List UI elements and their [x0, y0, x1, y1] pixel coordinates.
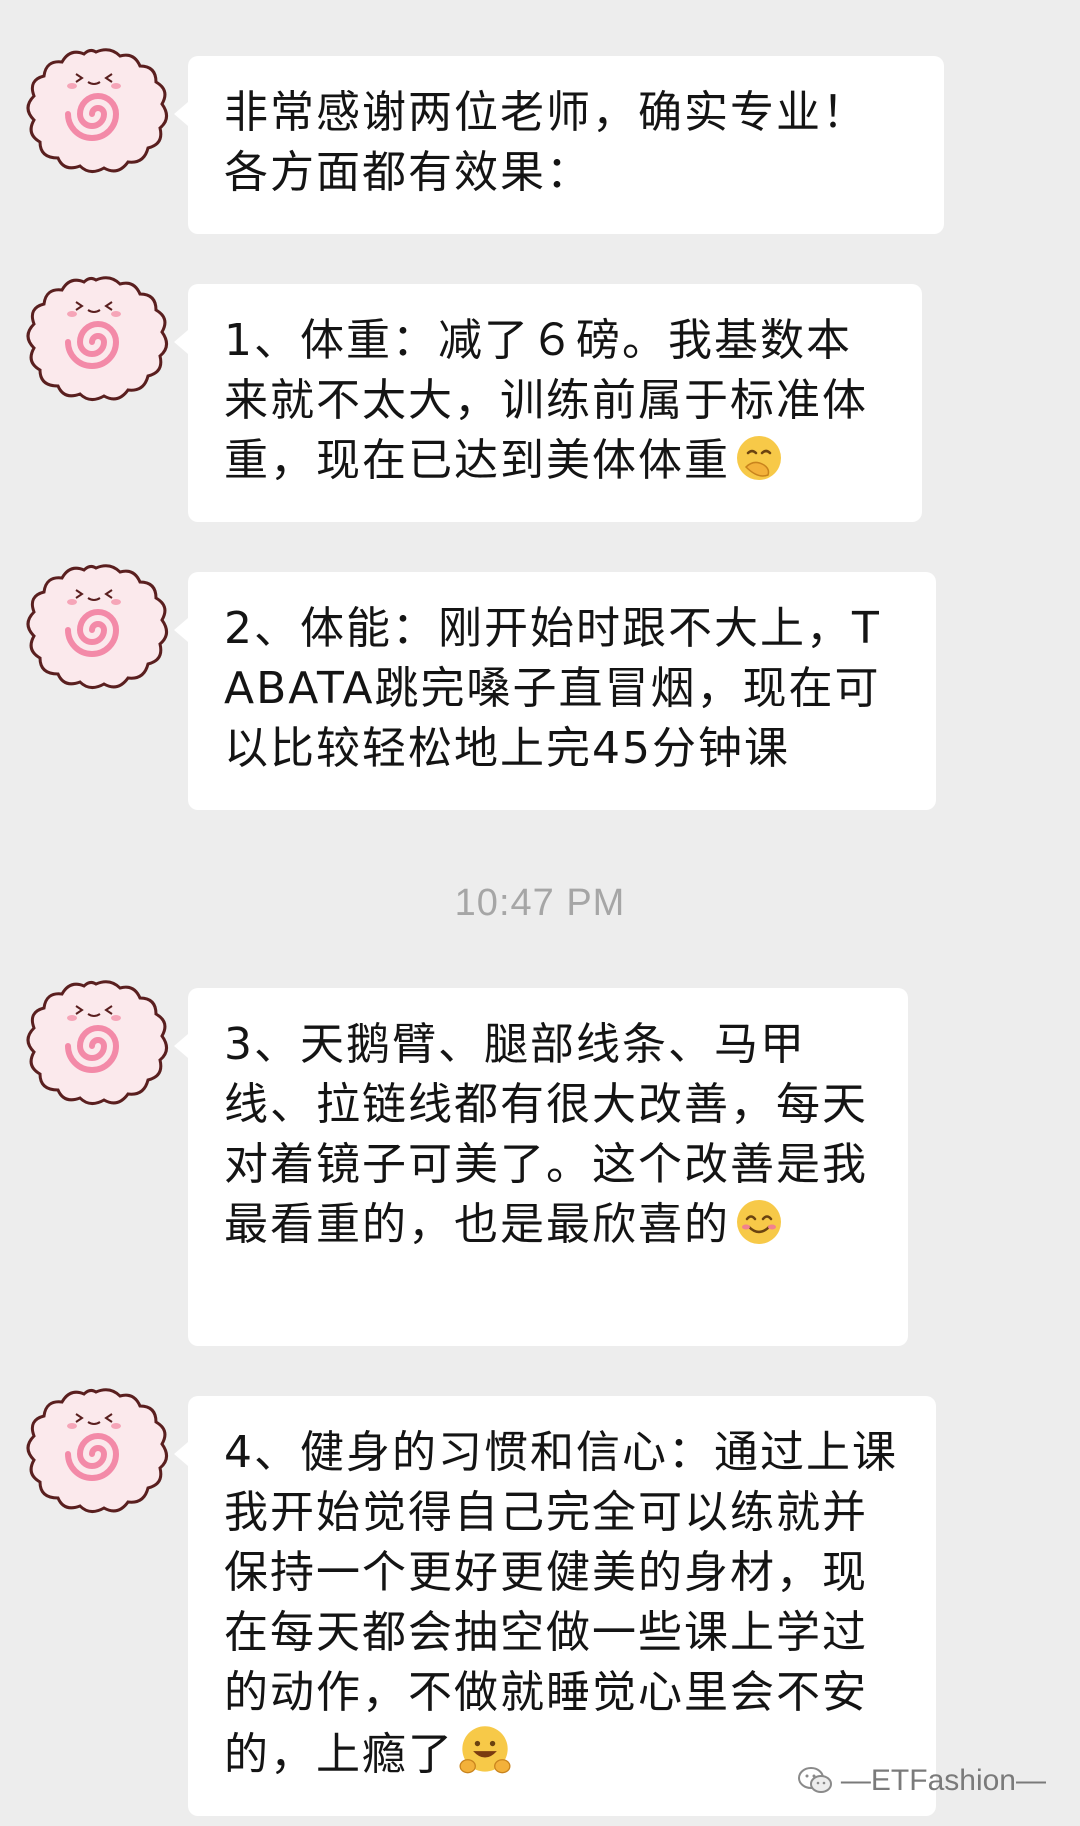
message-bubble[interactable]: 非常感谢两位老师，确实专业！各方面都有效果：	[174, 56, 944, 234]
chat-screen: 非常感谢两位老师，确实专业！各方面都有效果： 1、体重：减了６磅。我基数本来就不…	[0, 0, 1080, 1826]
smiling-face-with-smiling-eyes-icon	[737, 1200, 781, 1244]
timestamp: 10:47 PM	[454, 882, 626, 924]
avatar-icon[interactable]	[18, 976, 174, 1110]
face-with-hand-over-mouth-icon	[737, 436, 781, 480]
avatar-icon[interactable]	[18, 272, 174, 406]
grinning-face-with-hands-icon	[459, 1726, 511, 1774]
avatar-icon[interactable]	[18, 1384, 174, 1518]
message-text: 3、天鹅臂、腿部线条、马甲线、拉链线都有很大改善，每天对着镜子可美了。这个改善是…	[224, 1019, 868, 1250]
message-text: 4、健身的习惯和信心：通过上课我开始觉得自己完全可以练就并保持一个更好更健美的身…	[224, 1427, 898, 1780]
avatar-icon[interactable]	[18, 560, 174, 694]
message-bubble[interactable]: 2、体能：刚开始时跟不大上，TABATA跳完嗓子直冒烟，现在可以比较轻松地上完4…	[174, 572, 936, 810]
watermark-text: —ETFashion—	[840, 1764, 1046, 1797]
message-text: 1、体重：减了６磅。我基数本来就不太大，训练前属于标准体重，现在已达到美体体重	[224, 315, 868, 486]
message-bubble[interactable]: 3、天鹅臂、腿部线条、马甲线、拉链线都有很大改善，每天对着镜子可美了。这个改善是…	[174, 988, 908, 1346]
message-text: 非常感谢两位老师，确实专业！各方面都有效果：	[224, 87, 868, 198]
wechat-official-account-icon	[797, 1767, 832, 1793]
message-bubble[interactable]: 4、健身的习惯和信心：通过上课我开始觉得自己完全可以练就并保持一个更好更健美的身…	[174, 1396, 936, 1816]
watermark: —ETFashion—	[797, 1764, 1046, 1798]
avatar-icon[interactable]	[18, 44, 174, 178]
message-bubble[interactable]: 1、体重：减了６磅。我基数本来就不太大，训练前属于标准体重，现在已达到美体体重	[174, 284, 922, 522]
message-text: 2、体能：刚开始时跟不大上，TABATA跳完嗓子直冒烟，现在可以比较轻松地上完4…	[224, 603, 881, 774]
